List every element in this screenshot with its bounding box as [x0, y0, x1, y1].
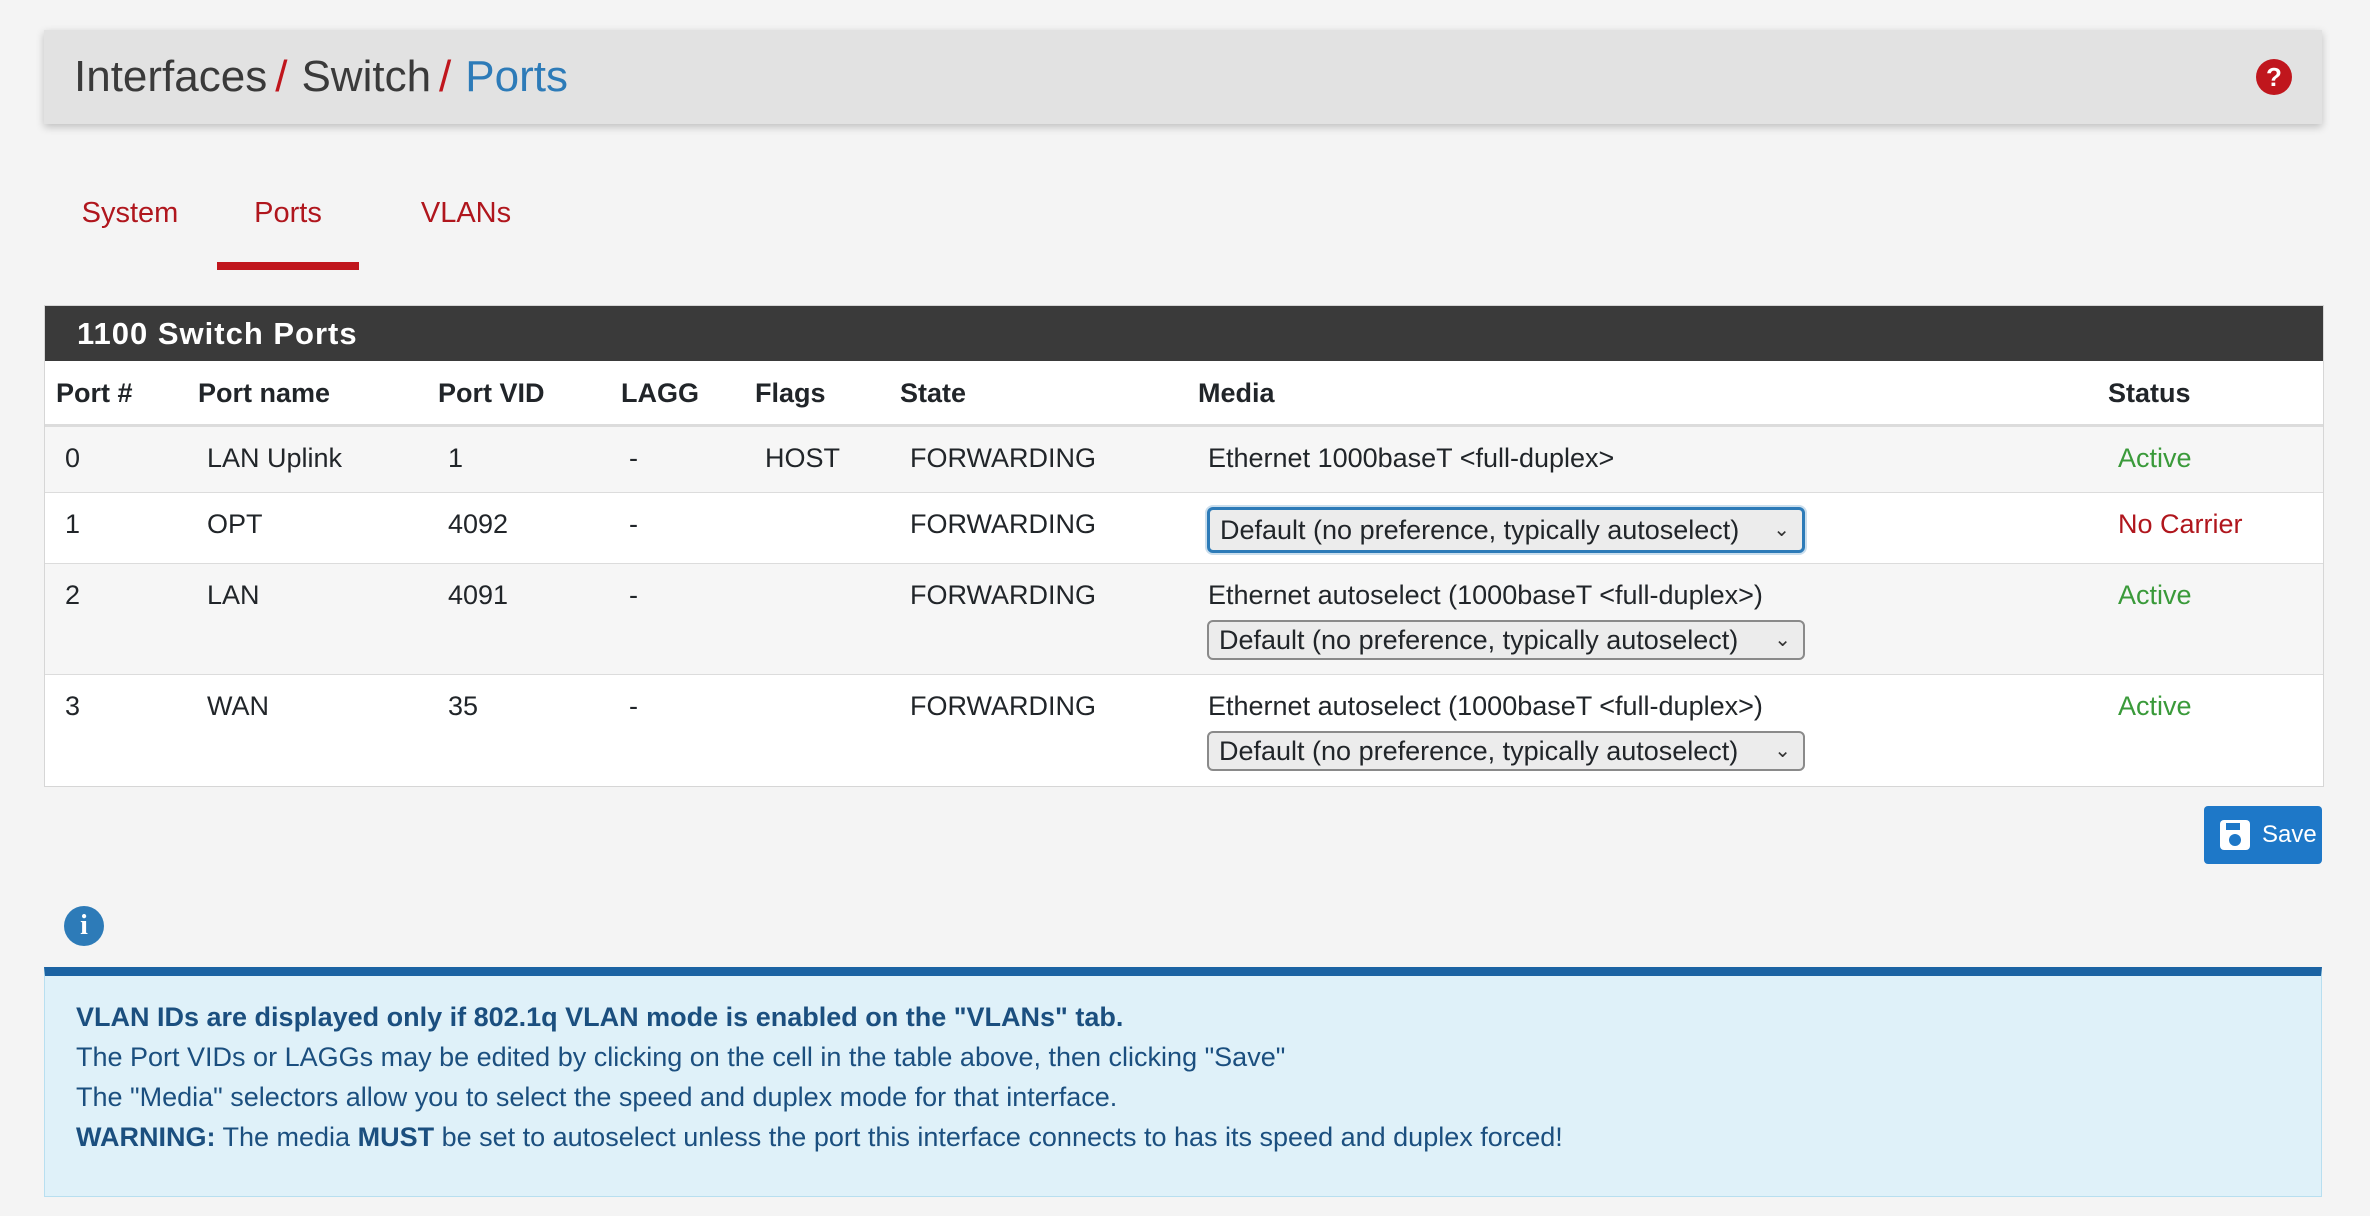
media-select[interactable]: Default (no preference, typically autose…	[1207, 731, 1805, 771]
cell-port-vid[interactable]: 4091	[448, 580, 508, 611]
cell-lagg[interactable]: -	[629, 509, 638, 540]
media-select-value: Default (no preference, typically autose…	[1220, 515, 1740, 545]
warning-label: WARNING:	[76, 1122, 216, 1152]
chevron-down-icon: ⌄	[1774, 629, 1791, 651]
cell-port-name: LAN	[207, 580, 260, 610]
cell-media-text: Ethernet 1000baseT <full-duplex>	[1208, 443, 1615, 473]
media-select[interactable]: Default (no preference, typically autose…	[1207, 507, 1805, 553]
chevron-down-icon: ⌄	[1774, 740, 1791, 762]
panel-title: 1100 Switch Ports	[45, 306, 2323, 361]
cell-port-vid[interactable]: 4092	[448, 509, 508, 540]
warning-must: MUST	[357, 1122, 435, 1152]
app-root: Interfaces / Switch / Ports ? System Ports V…	[0, 0, 2370, 1216]
status-badge: Active	[2118, 691, 2192, 721]
save-button[interactable]: Save	[2204, 806, 2322, 864]
tab-ports[interactable]: Ports	[217, 170, 359, 270]
cell-port-name: OPT	[207, 509, 263, 539]
page-header: Interfaces / Switch / Ports ?	[44, 30, 2322, 124]
tab-system[interactable]: System	[64, 170, 196, 262]
column-header-port-name: Port name	[198, 378, 331, 408]
cell-port-name: WAN	[207, 691, 269, 721]
warning-text-part2: be set to autoselect unless the port thi…	[434, 1122, 1563, 1152]
cell-lagg[interactable]: -	[629, 580, 638, 611]
info-line-port-vids: The Port VIDs or LAGGs may be edited by …	[76, 1042, 1286, 1072]
breadcrumb: Interfaces / Switch / Ports	[74, 50, 568, 104]
media-select-value: Default (no preference, typically autose…	[1219, 625, 1739, 655]
column-header-media: Media	[1198, 378, 1275, 408]
info-line-vlan-ids: VLAN IDs are displayed only if 802.1q VL…	[76, 1002, 1123, 1033]
cell-flags: HOST	[765, 443, 841, 473]
column-header-port-vid: Port VID	[438, 378, 545, 408]
info-line-warning: WARNING: The media MUST be set to autose…	[76, 1122, 1563, 1153]
cell-state: FORWARDING	[910, 443, 1096, 473]
table-row: 0 LAN Uplink 1 - HOST FORWARDING Etherne…	[45, 427, 2323, 493]
tab-vlans[interactable]: VLANs	[394, 170, 538, 262]
info-line-media-selectors: The "Media" selectors allow you to selec…	[76, 1082, 1118, 1112]
media-select[interactable]: Default (no preference, typically autose…	[1207, 620, 1805, 660]
table-row: 2 LAN 4091 - FORWARDING Ethernet autosel…	[45, 564, 2323, 675]
info-icon[interactable]: i	[64, 906, 104, 946]
status-badge: Active	[2118, 443, 2192, 473]
breadcrumb-item-ports[interactable]: Ports	[465, 52, 568, 101]
info-line-vlan-ids-text: VLAN IDs are displayed only if 802.1q VL…	[76, 1002, 1124, 1032]
warning-text-part1: The media	[215, 1122, 358, 1152]
cell-port-number: 2	[65, 580, 81, 610]
chevron-down-icon: ⌄	[1773, 519, 1790, 541]
column-header-flags: Flags	[755, 378, 826, 408]
cell-port-vid[interactable]: 1	[448, 443, 463, 474]
cell-state: FORWARDING	[910, 580, 1096, 610]
cell-media-text: Ethernet autoselect (1000baseT <full-dup…	[1208, 580, 1763, 610]
media-select-value: Default (no preference, typically autose…	[1219, 736, 1739, 766]
breadcrumb-item-interfaces[interactable]: Interfaces	[74, 52, 267, 101]
cell-port-number: 3	[65, 691, 81, 721]
cell-port-number: 1	[65, 509, 81, 539]
help-icon[interactable]: ?	[2256, 59, 2292, 95]
status-badge: No Carrier	[2118, 509, 2243, 539]
cell-port-name: LAN Uplink	[207, 443, 343, 473]
switch-ports-panel: 1100 Switch Ports Port # Port name Port …	[44, 305, 2324, 787]
cell-media-text: Ethernet autoselect (1000baseT <full-dup…	[1208, 691, 1763, 721]
table-row: 1 OPT 4092 - FORWARDING Default (no pref…	[45, 493, 2323, 564]
table-row: 3 WAN 35 - FORWARDING Ethernet autoselec…	[45, 675, 2323, 785]
cell-port-vid[interactable]: 35	[448, 691, 478, 722]
column-header-state: State	[900, 378, 967, 408]
cell-state: FORWARDING	[910, 691, 1096, 721]
cell-port-number: 0	[65, 443, 81, 473]
cell-lagg[interactable]: -	[629, 443, 638, 474]
cell-lagg[interactable]: -	[629, 691, 638, 722]
breadcrumb-separator: /	[275, 52, 288, 101]
breadcrumb-item-switch[interactable]: Switch	[301, 52, 431, 101]
floppy-disk-icon	[2220, 820, 2250, 850]
status-badge: Active	[2118, 580, 2192, 610]
info-box: VLAN IDs are displayed only if 802.1q VL…	[44, 967, 2322, 1197]
column-header-lagg: LAGG	[621, 378, 699, 408]
column-header-status: Status	[2108, 378, 2191, 408]
breadcrumb-separator: /	[439, 52, 452, 101]
column-header-port: Port #	[56, 378, 133, 408]
cell-state: FORWARDING	[910, 509, 1096, 539]
save-button-label: Save	[2262, 821, 2317, 848]
